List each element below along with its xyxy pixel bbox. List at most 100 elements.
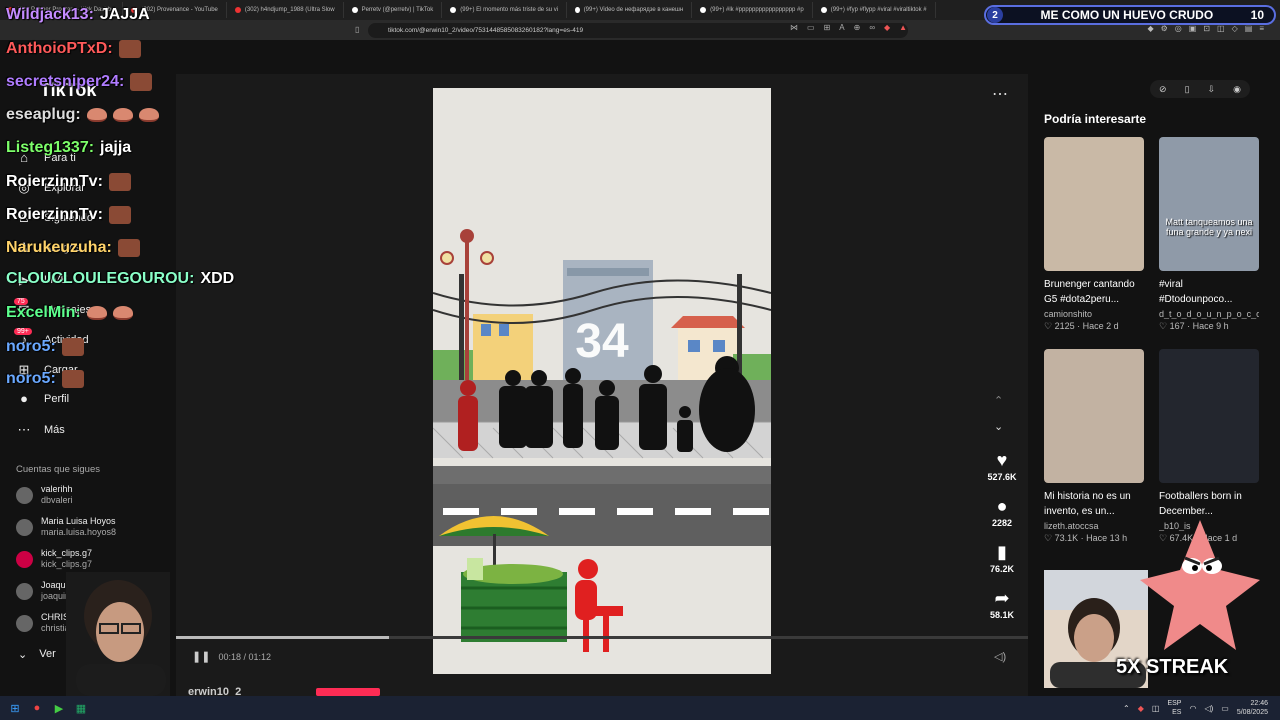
chat-username: ExcelMin: <box>6 304 81 321</box>
card-likes: 73.1K <box>1054 533 1079 543</box>
share-action[interactable]: ➦ 58.1K <box>982 588 1022 620</box>
account-name: Maria Luisa Hoyos <box>41 516 116 526</box>
card-stats: ♡ 73.1K · Hace 13 h <box>1044 533 1128 543</box>
bookmark-icon[interactable]: ▯ <box>355 25 359 34</box>
volume-icon[interactable]: ◁) <box>1204 704 1213 713</box>
card-likes: 167 <box>1169 321 1185 331</box>
menu-icon[interactable]: ≡ <box>1259 24 1264 33</box>
address-actions: ⋈ ▭ ⊞ A ⊕ ∞ ◆ ▲ <box>790 23 907 32</box>
rewards-icon[interactable]: ▲ <box>899 23 907 32</box>
chat-emote-icon <box>108 206 131 224</box>
browser-tab[interactable]: Perretv (@perretv) | TikTok <box>344 2 443 18</box>
chat-emote-icon <box>61 338 84 356</box>
install-icon[interactable]: ⊞ <box>824 23 831 32</box>
extension-icon[interactable]: ◆ <box>1147 24 1153 33</box>
see-more-following[interactable]: ⌄ Ver <box>18 648 56 661</box>
account-name: kick_clips.g7 <box>41 548 93 558</box>
account-info: Maria Luisa Hoyos maria.luisa.hoyos8 <box>41 516 116 538</box>
sidebar-item-mas[interactable]: ⋯ Más <box>16 422 65 438</box>
screenshot-icon[interactable]: ▭ <box>807 23 815 32</box>
more-options-icon[interactable]: ⋯ <box>992 84 1009 104</box>
following-account[interactable]: Maria Luisa Hoyos maria.luisa.hoyos8 <box>16 516 116 538</box>
pause-icon[interactable]: ❚❚ <box>192 650 210 663</box>
tab-favicon-icon <box>575 7 580 13</box>
browser-tab[interactable]: (99+) #lk #ppppppppppppppppp #p <box>692 2 813 18</box>
streamer-webcam <box>66 572 170 696</box>
following-account[interactable]: kick_clips.g7 kick_clips.g7 <box>16 548 92 570</box>
chat-message: ExcelMin: <box>6 304 133 322</box>
extension-icon[interactable]: ◫ <box>1217 24 1225 33</box>
see-more-label: Ver <box>39 648 56 660</box>
chat-emote-icon <box>117 239 140 257</box>
chat-message: RoierzinnTv: <box>6 173 131 191</box>
comment-action[interactable]: ● 2282 <box>982 496 1022 528</box>
playback-time: 00:18 / 01:12 <box>218 651 271 662</box>
video-thumbnail: Matt tanqueamos una funa grande y ya nex… <box>1159 137 1259 271</box>
save-action[interactable]: ▮ 76.2K <box>982 542 1022 574</box>
follow-button[interactable] <box>316 688 380 696</box>
recommendation-card[interactable]: Footballers born in December... _b10_is … <box>1159 349 1259 544</box>
chat-username: noro5: <box>6 338 56 355</box>
compass-icon[interactable]: ⊘ <box>1159 84 1167 95</box>
tray-chevron-icon[interactable]: ⌃ <box>1123 704 1130 713</box>
extension-icon[interactable]: ▣ <box>1189 24 1197 33</box>
glasses-icon[interactable]: ∞ <box>869 23 875 32</box>
chat-username: Narukeuzuha: <box>6 239 112 256</box>
browser-tab[interactable]: (99+) El momento más triste de su vi <box>442 2 568 18</box>
sidebar-item-label: Más <box>44 424 65 436</box>
wallet-icon[interactable]: ▤ <box>1245 24 1253 33</box>
taskbar-app-icon[interactable]: ● <box>26 702 48 714</box>
action-column: ♥ 527.6K ● 2282 ▮ 76.2K ➦ 58.1K <box>982 450 1022 634</box>
download-icon[interactable]: ⇩ <box>1208 84 1216 95</box>
heart-icon: ♥ <box>996 450 1008 470</box>
chat-message: RoierzinnTv: <box>6 206 131 224</box>
chat-text: JAJJA <box>99 6 150 23</box>
like-action[interactable]: ♥ 527.6K <box>982 450 1022 482</box>
extension-icon[interactable]: ◇ <box>1232 24 1238 33</box>
avatar <box>16 486 33 504</box>
language-indicator[interactable]: ESP ES <box>1167 699 1181 717</box>
tab-favicon-icon <box>351 7 358 13</box>
next-video-icon[interactable]: ⌄ <box>994 420 1003 433</box>
patrick-sticker <box>1140 520 1260 650</box>
browser-tab[interactable]: (99+) #fyp #flypp #viral #viraltiktok # <box>813 2 936 18</box>
chat-username: RoierzinnTv: <box>6 173 103 190</box>
brave-shield-icon[interactable]: ◆ <box>884 23 890 32</box>
volume-icon[interactable]: ◁) <box>994 650 1006 663</box>
battery-icon[interactable]: ▭ <box>1221 704 1229 713</box>
url-text: tiktok.com/@erwin10_2/video/753144858508… <box>388 26 584 34</box>
translate-icon[interactable]: A <box>839 23 844 32</box>
overlay-title: ME COMO UN HUEVO CRUDO <box>1040 8 1214 22</box>
tab-favicon-icon <box>700 7 707 13</box>
device-icon[interactable]: ▯ <box>1185 84 1190 95</box>
chat-message: CLOUCLOULEGOUROU: XDD <box>6 270 234 288</box>
extensions-bar: ◆ ⚙ ◎ ▣ ⊡ ◫ ◇ ▤ ≡ <box>1147 24 1264 33</box>
extension-icon[interactable]: ⊡ <box>1203 24 1210 33</box>
reader-icon[interactable]: ⋈ <box>790 23 798 32</box>
card-title: Footballers born in December... <box>1159 491 1242 517</box>
previous-video-icon[interactable]: ⌃ <box>994 394 1003 407</box>
tray-app-icon[interactable]: ◆ <box>1138 704 1144 713</box>
video-progress-bar[interactable] <box>176 636 1028 639</box>
like-count: 527.6K <box>987 472 1017 482</box>
following-account[interactable]: valerihh dbvaleri <box>16 484 73 506</box>
chat-message: Narukeuzuha: <box>6 239 140 257</box>
tray-app-icon[interactable]: ◫ <box>1152 704 1160 713</box>
video-frame[interactable]: 34 <box>433 88 771 674</box>
zoom-icon[interactable]: ⊕ <box>854 23 861 32</box>
wifi-icon[interactable]: ◠ <box>1189 704 1196 713</box>
extension-icon[interactable]: ◎ <box>1175 24 1182 33</box>
comment-icon: ● <box>996 496 1008 516</box>
excel-icon[interactable]: ▦ <box>70 702 92 715</box>
recommendation-card[interactable]: Mi historia no es un invento, es un... l… <box>1044 349 1144 544</box>
taskbar-app-icon[interactable]: ▶ <box>48 702 70 715</box>
extension-icon[interactable]: ⚙ <box>1161 24 1168 33</box>
recommendation-card[interactable]: Matt tanqueamos una funa grande y ya nex… <box>1159 137 1259 332</box>
profile-avatar-icon[interactable]: ◉ <box>1233 84 1241 95</box>
windows-start-icon[interactable]: ⊞ <box>4 702 26 715</box>
taskbar-clock[interactable]: 22:46 5/08/2025 <box>1237 699 1268 717</box>
card-stats: ♡ 167 · Hace 9 h <box>1159 321 1229 331</box>
browser-tab[interactable]: (99+) Video de нефарядзе в канешн <box>567 2 693 18</box>
recommendation-card[interactable]: Brunenger cantando G5 #dota2peru... cami… <box>1044 137 1144 332</box>
card-age: Hace 13 h <box>1086 533 1128 543</box>
